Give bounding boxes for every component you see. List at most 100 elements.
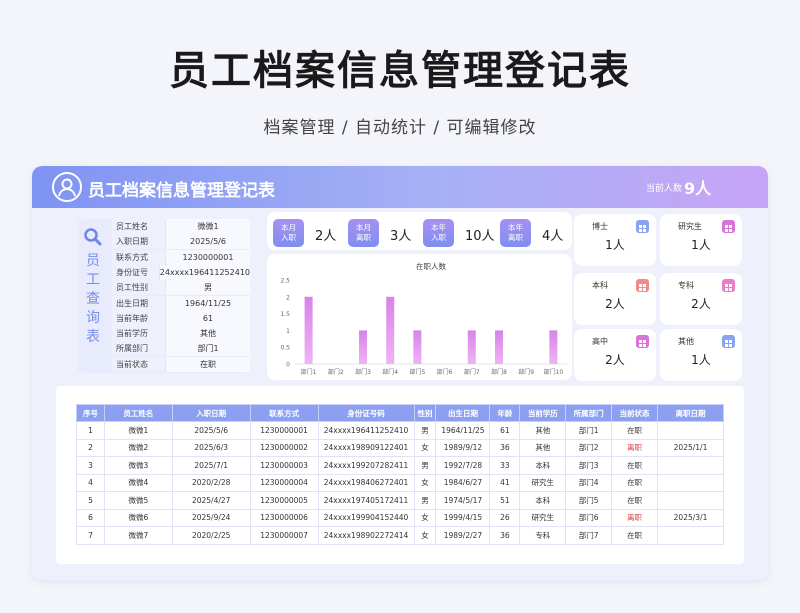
table-cell: 1230000005 (249, 491, 319, 510)
table-cell: 2025/3/1 (657, 508, 724, 527)
x-tick-label: 部门8 (491, 368, 507, 376)
degree-label: 本科 (592, 281, 608, 290)
table-cell: 研究生 (519, 473, 567, 492)
table-cell: 离职 (611, 438, 658, 457)
query-field-label: 所属部门 (112, 341, 165, 357)
x-tick-label: 部门5 (409, 368, 425, 376)
table-cell: 1989/2/27 (435, 526, 491, 545)
x-tick-label: 部门1 (301, 368, 317, 376)
table-cell: 1230000003 (249, 456, 319, 475)
query-row: 员工性别男 (112, 280, 250, 296)
query-field-label: 当前年龄 (112, 310, 165, 326)
query-field-value[interactable]: 1230000001 (165, 249, 250, 265)
column-header: 当前学历 (519, 404, 567, 422)
table-cell: 本科 (519, 456, 567, 475)
table-cell: 男 (413, 491, 437, 510)
table-cell: 在职 (611, 456, 658, 475)
query-field-value[interactable]: 2025/5/6 (165, 234, 250, 250)
stat-tag: 本月 离职 (348, 219, 379, 247)
query-field-value[interactable]: 部门1 (165, 341, 250, 357)
table-cell (657, 526, 724, 545)
query-field-value[interactable]: 1964/11/25 (165, 295, 250, 311)
chart-title: 在职人数 (416, 261, 446, 271)
column-header: 联系方式 (249, 404, 319, 422)
query-field-label: 员工性别 (112, 280, 165, 296)
table-cell: 24xxxx199207282411 (317, 456, 415, 475)
query-row: 身份证号 24xxxx196411252410 (112, 264, 250, 280)
query-field-value[interactable]: 男 (165, 280, 250, 296)
degree-label: 博士 (592, 222, 608, 231)
degree-card-master: 研究生 1人 (660, 214, 742, 266)
stat-value: 10人 (465, 229, 495, 244)
query-field-value[interactable]: 在职 (165, 356, 250, 372)
table-header-row: 序号 员工姓名 入职日期 联系方式 身份证号码 性别 出生日期 年龄 当前学历 所属部门 当前状态离… (76, 404, 724, 422)
page-subtitle: 档案管理 / 自动统计 / 可编辑修改 (263, 118, 537, 138)
degree-value: 2人 (605, 297, 625, 311)
y-tick-label: 2 (286, 294, 290, 301)
table-cell: 部门1 (565, 421, 613, 440)
table-cell: 专科 (519, 526, 567, 545)
grid-icon (722, 279, 735, 292)
table-row[interactable]: 7 微微7 2020/2/25 1230000007 24xxxx19890227241… (76, 526, 724, 545)
column-header: 所属部门 (565, 404, 613, 422)
query-field-label: 当前状态 (112, 356, 165, 372)
query-field-value[interactable]: 其他 (165, 326, 250, 342)
table-cell: 微微4 (103, 473, 173, 492)
table-row[interactable]: 2 微微2 2025/6/3 1230000002 24xxxx198909122401… (76, 438, 724, 457)
x-tick-label: 部门3 (355, 368, 371, 376)
table-cell: 51 (489, 491, 521, 510)
degree-card-highschool: 高中 2人 (574, 329, 656, 381)
degree-label: 高中 (592, 337, 608, 346)
table-cell: 26 (489, 508, 521, 527)
stat-value: 2人 (315, 229, 337, 244)
table-cell: 1974/5/17 (435, 491, 491, 510)
bar (495, 330, 503, 364)
query-row: 当前年龄 61 (112, 310, 250, 326)
degree-label: 研究生 (678, 222, 702, 231)
stat-tag: 本月 入职 (273, 219, 304, 247)
degree-value: 1人 (691, 238, 711, 252)
table-cell: 1984/6/27 (435, 473, 491, 492)
grid-icon (636, 335, 649, 348)
query-field-value[interactable]: 61 (165, 310, 250, 326)
table-row[interactable]: 4 微微4 2020/2/28 1230000004 24xxxx19840627240… (76, 473, 724, 492)
column-header: 当前状态 (611, 404, 658, 422)
table-cell: 1230000007 (249, 526, 319, 545)
query-row: 入职日期 2025/5/6 (112, 234, 250, 250)
bar (386, 296, 395, 364)
query-field-label: 出生日期 (112, 295, 165, 311)
table-row[interactable]: 6 微微6 2025/9/24 1230000006 24xxxx19990415244… (76, 508, 724, 527)
column-header: 序号 (76, 404, 105, 422)
table-cell: 研究生 (519, 508, 567, 527)
table-cell: 2 (76, 438, 105, 457)
table-cell: 女 (413, 438, 437, 457)
table-cell: 部门6 (565, 508, 613, 527)
query-row: 所属部门 部门1 (112, 341, 250, 357)
table-cell: 微微6 (103, 508, 173, 527)
table-cell: 1230000002 (249, 438, 319, 457)
degree-card-doctor: 博士 1人 (574, 214, 656, 266)
table-cell: 1964/11/25 (435, 421, 491, 440)
x-tick-label: 部门6 (437, 368, 453, 376)
table-row[interactable]: 1 微微1 2025/5/6 1230000001 24xxxx196411252410… (76, 421, 724, 440)
table-cell: 2025/6/3 (171, 438, 251, 457)
grid-icon (636, 220, 649, 233)
table-row[interactable]: 3 微微3 2025/7/1 1230000003 24xxxx199207282411… (76, 456, 724, 475)
table-cell: 女 (413, 508, 437, 527)
table-cell: 微微2 (103, 438, 173, 457)
table-cell: 男 (413, 421, 437, 440)
degree-value: 1人 (605, 238, 625, 252)
table-cell: 2025/1/1 (657, 438, 724, 457)
query-field-value[interactable]: 24xxxx196411252410 (158, 264, 250, 280)
table-cell: 在职 (611, 421, 658, 440)
bar-chart: 在职人数 0 0.5 1 1.5 2 2.5 部门1 部门2 部门3 部门4 部门5 部门6 部门7 部门8… (280, 261, 567, 376)
table-cell: 24xxxx198902272414 (317, 526, 415, 545)
table-cell: 1230000001 (249, 421, 319, 440)
query-field-value[interactable]: 微微1 (165, 219, 250, 234)
table-cell: 部门7 (565, 526, 613, 545)
stats-bar: 本月 入职 2人 本月 离职 3人 本年 入职 10人 本年 离职 4人 (267, 212, 572, 250)
degree-label: 其他 (678, 337, 694, 346)
page-title: 员工档案信息管理登记表 (169, 48, 631, 94)
table-row[interactable]: 5 微微5 2025/4/27 1230000005 24xxxx19740517241… (76, 491, 724, 510)
table-cell: 男 (413, 456, 437, 475)
